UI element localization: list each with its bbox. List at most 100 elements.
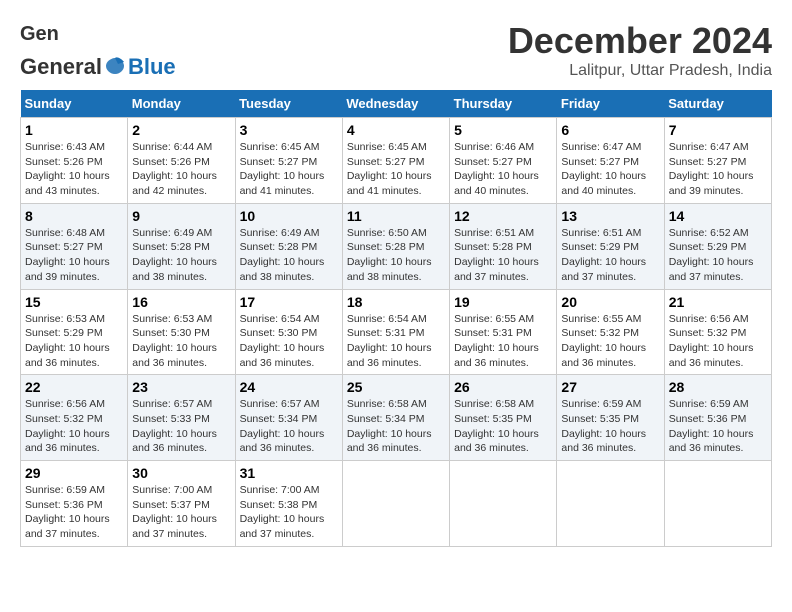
day-number: 23: [132, 379, 230, 395]
calendar-cell: 15 Sunrise: 6:53 AM Sunset: 5:29 PM Dayl…: [21, 289, 128, 375]
day-info: Sunrise: 6:53 AM Sunset: 5:29 PM Dayligh…: [25, 312, 123, 371]
calendar-cell: 5 Sunrise: 6:46 AM Sunset: 5:27 PM Dayli…: [450, 118, 557, 204]
calendar-week-1: 1 Sunrise: 6:43 AM Sunset: 5:26 PM Dayli…: [21, 118, 772, 204]
title-block: December 2024 Lalitpur, Uttar Pradesh, I…: [508, 20, 772, 80]
day-info: Sunrise: 6:45 AM Sunset: 5:27 PM Dayligh…: [347, 140, 445, 199]
calendar-cell: 1 Sunrise: 6:43 AM Sunset: 5:26 PM Dayli…: [21, 118, 128, 204]
logo-bird-svg-icon: [104, 56, 126, 78]
calendar-cell: 20 Sunrise: 6:55 AM Sunset: 5:32 PM Dayl…: [557, 289, 664, 375]
day-number: 16: [132, 294, 230, 310]
logo-blue: Blue: [128, 54, 176, 80]
calendar-cell: [557, 461, 664, 547]
calendar-cell: 2 Sunrise: 6:44 AM Sunset: 5:26 PM Dayli…: [128, 118, 235, 204]
calendar-cell: 23 Sunrise: 6:57 AM Sunset: 5:33 PM Dayl…: [128, 375, 235, 461]
day-number: 24: [240, 379, 338, 395]
day-info: Sunrise: 6:47 AM Sunset: 5:27 PM Dayligh…: [561, 140, 659, 199]
calendar-week-5: 29 Sunrise: 6:59 AM Sunset: 5:36 PM Dayl…: [21, 461, 772, 547]
day-number: 5: [454, 122, 552, 138]
calendar-cell: 30 Sunrise: 7:00 AM Sunset: 5:37 PM Dayl…: [128, 461, 235, 547]
day-info: Sunrise: 6:46 AM Sunset: 5:27 PM Dayligh…: [454, 140, 552, 199]
day-info: Sunrise: 6:54 AM Sunset: 5:30 PM Dayligh…: [240, 312, 338, 371]
page-header: General General Blue December 2024 Lalit…: [20, 20, 772, 80]
day-info: Sunrise: 6:48 AM Sunset: 5:27 PM Dayligh…: [25, 226, 123, 285]
calendar-body: 1 Sunrise: 6:43 AM Sunset: 5:26 PM Dayli…: [21, 118, 772, 547]
calendar-cell: 29 Sunrise: 6:59 AM Sunset: 5:36 PM Dayl…: [21, 461, 128, 547]
day-number: 20: [561, 294, 659, 310]
col-sunday: Sunday: [21, 90, 128, 118]
day-number: 19: [454, 294, 552, 310]
day-number: 22: [25, 379, 123, 395]
calendar-cell: [664, 461, 771, 547]
calendar-table: Sunday Monday Tuesday Wednesday Thursday…: [20, 90, 772, 547]
calendar-cell: 4 Sunrise: 6:45 AM Sunset: 5:27 PM Dayli…: [342, 118, 449, 204]
day-info: Sunrise: 6:57 AM Sunset: 5:34 PM Dayligh…: [240, 397, 338, 456]
logo-bird-icon: General: [20, 20, 58, 54]
day-info: Sunrise: 6:43 AM Sunset: 5:26 PM Dayligh…: [25, 140, 123, 199]
day-info: Sunrise: 6:55 AM Sunset: 5:31 PM Dayligh…: [454, 312, 552, 371]
day-number: 10: [240, 208, 338, 224]
calendar-cell: 3 Sunrise: 6:45 AM Sunset: 5:27 PM Dayli…: [235, 118, 342, 204]
day-number: 13: [561, 208, 659, 224]
day-info: Sunrise: 6:49 AM Sunset: 5:28 PM Dayligh…: [132, 226, 230, 285]
calendar-cell: 24 Sunrise: 6:57 AM Sunset: 5:34 PM Dayl…: [235, 375, 342, 461]
day-info: Sunrise: 6:50 AM Sunset: 5:28 PM Dayligh…: [347, 226, 445, 285]
calendar-cell: 21 Sunrise: 6:56 AM Sunset: 5:32 PM Dayl…: [664, 289, 771, 375]
day-info: Sunrise: 6:59 AM Sunset: 5:35 PM Dayligh…: [561, 397, 659, 456]
calendar-cell: 8 Sunrise: 6:48 AM Sunset: 5:27 PM Dayli…: [21, 203, 128, 289]
calendar-week-2: 8 Sunrise: 6:48 AM Sunset: 5:27 PM Dayli…: [21, 203, 772, 289]
day-number: 12: [454, 208, 552, 224]
day-number: 14: [669, 208, 767, 224]
col-monday: Monday: [128, 90, 235, 118]
calendar-week-4: 22 Sunrise: 6:56 AM Sunset: 5:32 PM Dayl…: [21, 375, 772, 461]
calendar-cell: 31 Sunrise: 7:00 AM Sunset: 5:38 PM Dayl…: [235, 461, 342, 547]
col-thursday: Thursday: [450, 90, 557, 118]
calendar-cell: 25 Sunrise: 6:58 AM Sunset: 5:34 PM Dayl…: [342, 375, 449, 461]
month-title: December 2024: [508, 20, 772, 62]
logo: General General Blue: [20, 20, 176, 80]
calendar-cell: 16 Sunrise: 6:53 AM Sunset: 5:30 PM Dayl…: [128, 289, 235, 375]
day-info: Sunrise: 6:55 AM Sunset: 5:32 PM Dayligh…: [561, 312, 659, 371]
day-info: Sunrise: 6:56 AM Sunset: 5:32 PM Dayligh…: [669, 312, 767, 371]
header-row: Sunday Monday Tuesday Wednesday Thursday…: [21, 90, 772, 118]
day-info: Sunrise: 6:58 AM Sunset: 5:34 PM Dayligh…: [347, 397, 445, 456]
day-number: 21: [669, 294, 767, 310]
day-info: Sunrise: 6:45 AM Sunset: 5:27 PM Dayligh…: [240, 140, 338, 199]
day-info: Sunrise: 6:59 AM Sunset: 5:36 PM Dayligh…: [669, 397, 767, 456]
calendar-cell: 12 Sunrise: 6:51 AM Sunset: 5:28 PM Dayl…: [450, 203, 557, 289]
day-info: Sunrise: 6:56 AM Sunset: 5:32 PM Dayligh…: [25, 397, 123, 456]
day-number: 7: [669, 122, 767, 138]
calendar-cell: 6 Sunrise: 6:47 AM Sunset: 5:27 PM Dayli…: [557, 118, 664, 204]
day-number: 28: [669, 379, 767, 395]
col-wednesday: Wednesday: [342, 90, 449, 118]
col-tuesday: Tuesday: [235, 90, 342, 118]
day-info: Sunrise: 6:53 AM Sunset: 5:30 PM Dayligh…: [132, 312, 230, 371]
day-info: Sunrise: 7:00 AM Sunset: 5:37 PM Dayligh…: [132, 483, 230, 542]
day-number: 6: [561, 122, 659, 138]
calendar-week-3: 15 Sunrise: 6:53 AM Sunset: 5:29 PM Dayl…: [21, 289, 772, 375]
calendar-cell: 7 Sunrise: 6:47 AM Sunset: 5:27 PM Dayli…: [664, 118, 771, 204]
calendar-cell: 28 Sunrise: 6:59 AM Sunset: 5:36 PM Dayl…: [664, 375, 771, 461]
day-number: 30: [132, 465, 230, 481]
svg-text:General: General: [20, 23, 58, 45]
calendar-cell: 17 Sunrise: 6:54 AM Sunset: 5:30 PM Dayl…: [235, 289, 342, 375]
calendar-cell: 26 Sunrise: 6:58 AM Sunset: 5:35 PM Dayl…: [450, 375, 557, 461]
calendar-cell: [342, 461, 449, 547]
day-info: Sunrise: 6:52 AM Sunset: 5:29 PM Dayligh…: [669, 226, 767, 285]
day-info: Sunrise: 6:51 AM Sunset: 5:28 PM Dayligh…: [454, 226, 552, 285]
day-number: 9: [132, 208, 230, 224]
calendar-cell: 9 Sunrise: 6:49 AM Sunset: 5:28 PM Dayli…: [128, 203, 235, 289]
day-number: 1: [25, 122, 123, 138]
calendar-cell: 18 Sunrise: 6:54 AM Sunset: 5:31 PM Dayl…: [342, 289, 449, 375]
location: Lalitpur, Uttar Pradesh, India: [508, 62, 772, 80]
day-info: Sunrise: 6:54 AM Sunset: 5:31 PM Dayligh…: [347, 312, 445, 371]
day-number: 27: [561, 379, 659, 395]
calendar-cell: 22 Sunrise: 6:56 AM Sunset: 5:32 PM Dayl…: [21, 375, 128, 461]
day-number: 4: [347, 122, 445, 138]
day-number: 11: [347, 208, 445, 224]
day-number: 18: [347, 294, 445, 310]
day-number: 31: [240, 465, 338, 481]
col-friday: Friday: [557, 90, 664, 118]
calendar-cell: 27 Sunrise: 6:59 AM Sunset: 5:35 PM Dayl…: [557, 375, 664, 461]
calendar-cell: 13 Sunrise: 6:51 AM Sunset: 5:29 PM Dayl…: [557, 203, 664, 289]
calendar-cell: 11 Sunrise: 6:50 AM Sunset: 5:28 PM Dayl…: [342, 203, 449, 289]
